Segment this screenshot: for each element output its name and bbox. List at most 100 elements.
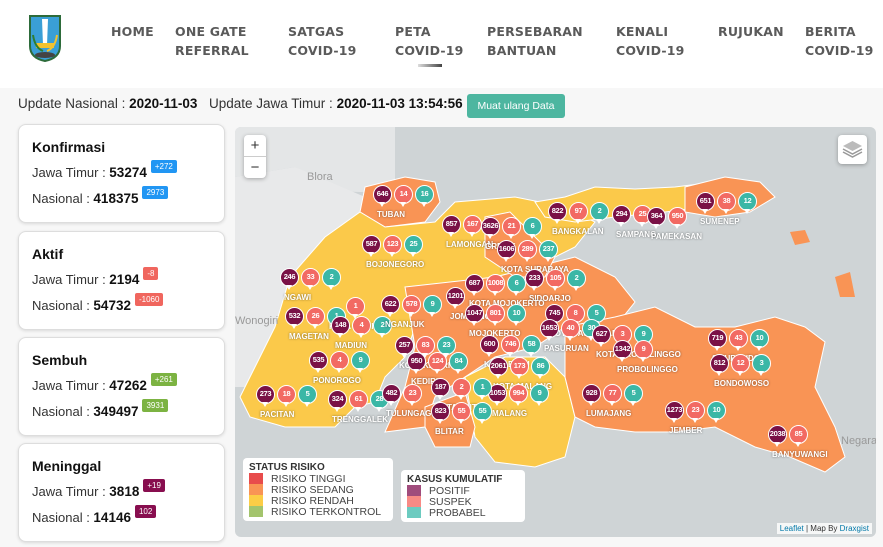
- layers-button[interactable]: [838, 135, 867, 164]
- marker-positif[interactable]: 950: [407, 352, 426, 374]
- nav-rujukan[interactable]: RUJUKAN: [718, 22, 784, 41]
- marker-positif[interactable]: 2061: [489, 357, 508, 379]
- marker-positif[interactable]: 651: [696, 192, 715, 214]
- marker-probabel[interactable]: 1: [473, 378, 492, 400]
- marker-positif[interactable]: 3626: [481, 217, 500, 239]
- reload-data-button[interactable]: Muat ulang Data: [467, 94, 565, 118]
- marker-positif[interactable]: 532: [285, 307, 304, 329]
- marker-suspek[interactable]: 85: [789, 425, 808, 447]
- marker-suspek[interactable]: 2: [452, 378, 471, 400]
- marker-probabel[interactable]: 84: [449, 352, 468, 374]
- marker-probabel[interactable]: 12: [738, 192, 757, 214]
- marker-positif[interactable]: 1047: [465, 304, 484, 326]
- marker-suspek[interactable]: 4: [352, 316, 371, 338]
- marker-suspek[interactable]: 33: [301, 268, 320, 290]
- marker-positif[interactable]: 1273: [665, 401, 684, 423]
- marker-positif[interactable]: 1201: [446, 287, 465, 309]
- jatim-logo[interactable]: [25, 13, 65, 63]
- marker-positif[interactable]: 364: [647, 207, 666, 229]
- marker-positif[interactable]: 535: [309, 351, 328, 373]
- marker-positif[interactable]: 823: [431, 402, 450, 424]
- nav-kenali-covid[interactable]: KENALI COVID-19: [616, 22, 685, 60]
- marker-suspek[interactable]: 18: [277, 385, 296, 407]
- zoom-in-button[interactable]: +: [244, 135, 266, 156]
- nav-home[interactable]: HOME: [111, 22, 154, 41]
- nav-satgas-covid[interactable]: SATGAS COVID-19: [288, 22, 357, 60]
- marker-positif[interactable]: 587: [362, 235, 381, 257]
- covid-map[interactable]: Blora Wonogiri Negara + − 646 14 16 TUBAN 58…: [235, 127, 876, 537]
- marker-positif[interactable]: 822: [548, 202, 567, 224]
- marker-positif[interactable]: 627: [592, 325, 611, 347]
- marker-suspek[interactable]: 746: [501, 335, 520, 357]
- nav-persebaran-bantuan[interactable]: PERSEBARAN BANTUAN: [487, 22, 583, 60]
- marker-positif[interactable]: 719: [708, 329, 727, 351]
- marker-suspek[interactable]: 14: [394, 185, 413, 207]
- marker-positif[interactable]: 622: [381, 295, 400, 317]
- marker-suspek[interactable]: 173: [510, 357, 529, 379]
- leaflet-link[interactable]: Leaflet: [780, 524, 804, 533]
- marker-suspek[interactable]: 123: [383, 235, 402, 257]
- nav-berita-covid[interactable]: BERITA COVID-19: [805, 22, 874, 60]
- marker-suspek[interactable]: 12: [731, 354, 750, 376]
- marker-suspek[interactable]: 23: [403, 384, 422, 406]
- marker-positif[interactable]: 482: [382, 384, 401, 406]
- marker-positif[interactable]: 1606: [497, 240, 516, 262]
- marker-suspek[interactable]: 994: [509, 384, 528, 406]
- marker-suspek[interactable]: 4: [330, 351, 349, 373]
- marker-suspek[interactable]: 167: [463, 215, 482, 237]
- marker-probabel[interactable]: 10: [707, 401, 726, 423]
- marker-suspek[interactable]: 124: [428, 352, 447, 374]
- marker-suspek[interactable]: 77: [603, 384, 622, 406]
- marker-suspek[interactable]: 26: [306, 307, 325, 329]
- marker-probabel[interactable]: 2: [567, 269, 586, 291]
- marker-suspek[interactable]: 21: [502, 217, 521, 239]
- marker-positif[interactable]: 233: [525, 269, 544, 291]
- marker-suspek[interactable]: 1: [346, 297, 365, 319]
- marker-positif[interactable]: 2038: [768, 425, 787, 447]
- marker-probabel[interactable]: 10: [750, 329, 769, 351]
- marker-suspek[interactable]: 289: [518, 240, 537, 262]
- marker-suspek[interactable]: 23: [686, 401, 705, 423]
- marker-positif[interactable]: 273: [256, 385, 275, 407]
- marker-probabel[interactable]: 16: [415, 185, 434, 207]
- marker-probabel[interactable]: 9: [423, 295, 442, 317]
- marker-suspek[interactable]: 97: [569, 202, 588, 224]
- marker-probabel[interactable]: 2: [322, 268, 341, 290]
- marker-positif[interactable]: 1342: [613, 340, 632, 362]
- marker-probabel[interactable]: 10: [507, 304, 526, 326]
- marker-positif[interactable]: 687: [465, 274, 484, 296]
- marker-probabel[interactable]: 58: [522, 335, 541, 357]
- marker-suspek[interactable]: 950: [668, 207, 687, 229]
- marker-positif[interactable]: 148: [331, 316, 350, 338]
- marker-positif[interactable]: 857: [442, 215, 461, 237]
- marker-suspek[interactable]: 801: [486, 304, 505, 326]
- marker-probabel[interactable]: 237: [539, 240, 558, 262]
- marker-positif[interactable]: 600: [480, 335, 499, 357]
- marker-positif[interactable]: 246: [280, 268, 299, 290]
- marker-suspek[interactable]: 1008: [486, 274, 505, 296]
- nav-one-gate-referral[interactable]: ONE GATE REFERRAL: [175, 22, 249, 60]
- zoom-out-button[interactable]: −: [244, 156, 266, 177]
- marker-suspek[interactable]: 38: [717, 192, 736, 214]
- marker-suspek[interactable]: 40: [561, 319, 580, 341]
- nav-peta-covid[interactable]: PETA COVID-19: [395, 22, 464, 60]
- marker-probabel[interactable]: 9: [351, 351, 370, 373]
- marker-probabel[interactable]: 5: [624, 384, 643, 406]
- marker-suspek[interactable]: 55: [452, 402, 471, 424]
- marker-suspek[interactable]: 578: [402, 295, 421, 317]
- marker-probabel[interactable]: 2: [590, 202, 609, 224]
- marker-probabel[interactable]: 6: [507, 274, 526, 296]
- marker-probabel[interactable]: 6: [523, 217, 542, 239]
- marker-positif[interactable]: 928: [582, 384, 601, 406]
- marker-suspek[interactable]: 61: [349, 390, 368, 412]
- marker-suspek[interactable]: 105: [546, 269, 565, 291]
- marker-probabel[interactable]: 5: [298, 385, 317, 407]
- marker-positif[interactable]: 812: [710, 354, 729, 376]
- marker-suspek[interactable]: 9: [634, 340, 653, 362]
- marker-probabel[interactable]: 25: [404, 235, 423, 257]
- marker-positif[interactable]: 187: [431, 378, 450, 400]
- marker-positif[interactable]: 1653: [540, 319, 559, 341]
- marker-probabel[interactable]: 86: [531, 357, 550, 379]
- marker-probabel[interactable]: 9: [530, 384, 549, 406]
- marker-positif[interactable]: 324: [328, 390, 347, 412]
